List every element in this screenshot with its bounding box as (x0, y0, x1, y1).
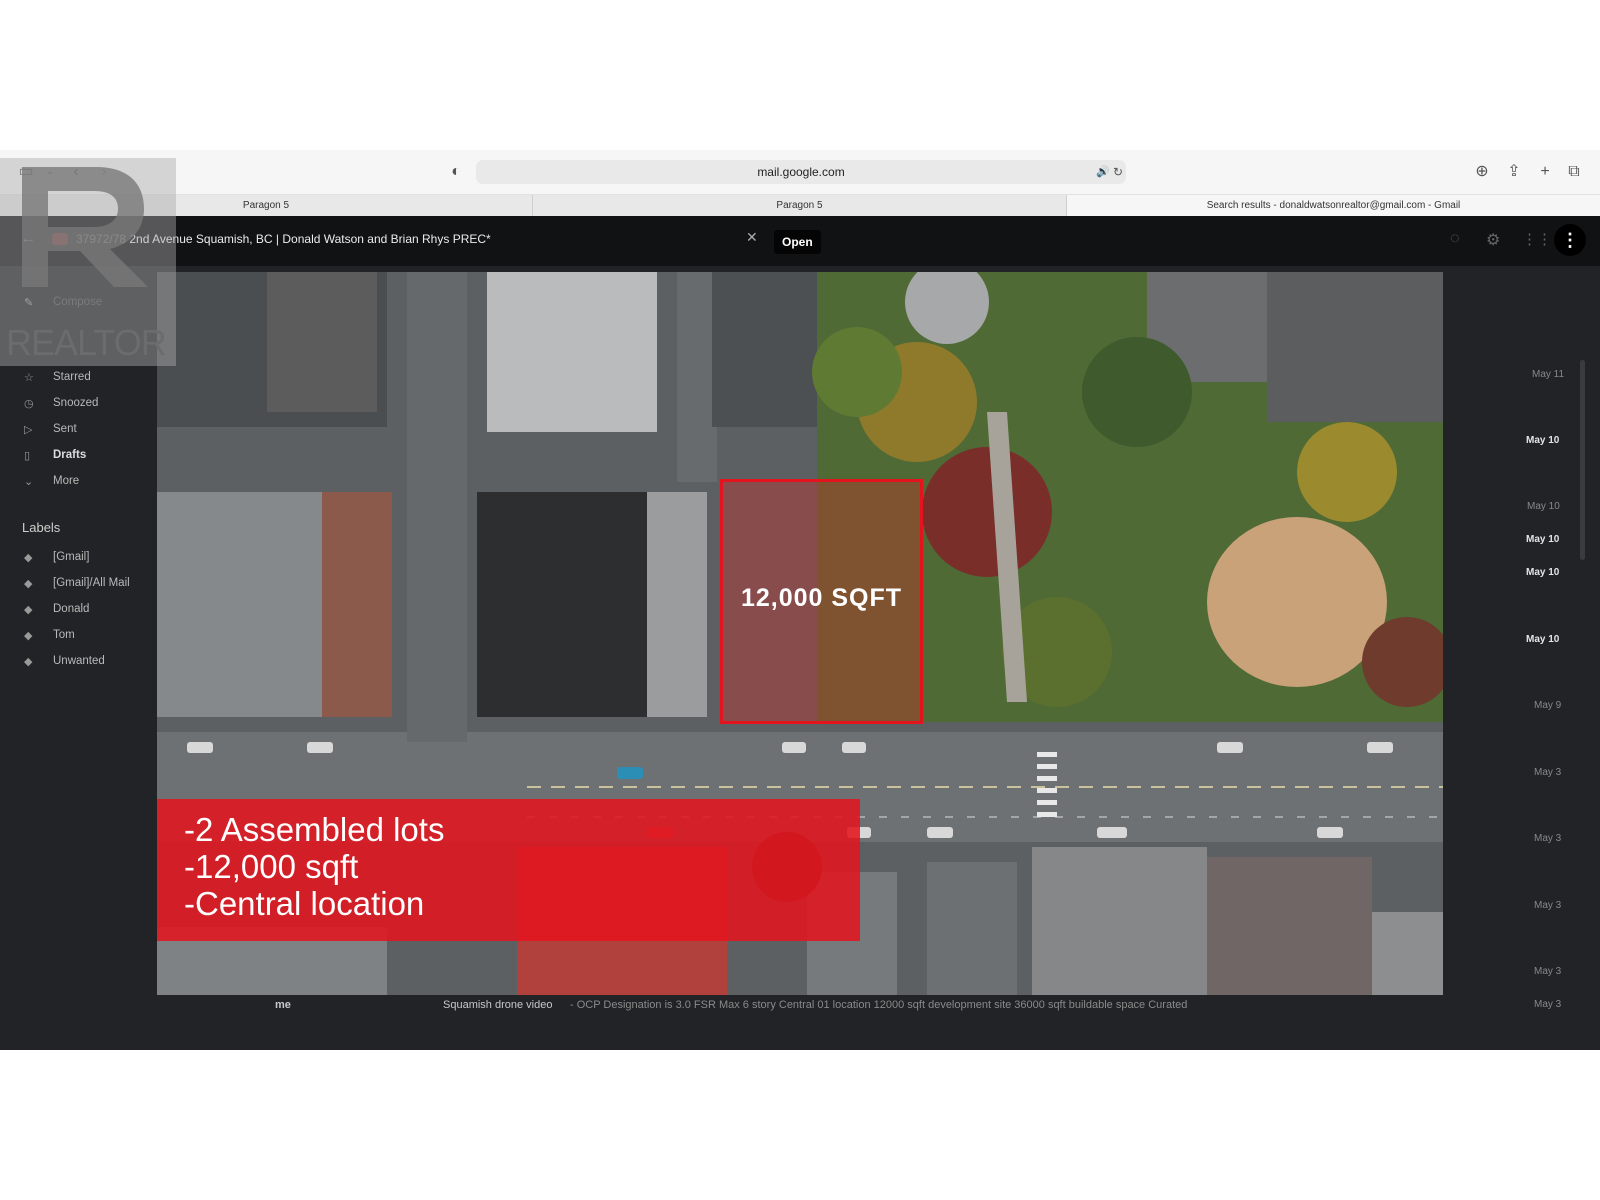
label-gmail[interactable]: [Gmail] (53, 551, 89, 563)
mail-date: May 3 (1534, 833, 1562, 844)
label-icon: ◆ (24, 578, 33, 590)
url-text: mail.google.com (757, 165, 845, 179)
draft-icon: ▯ (24, 450, 31, 462)
chevron-down-icon: ⌄ (24, 476, 34, 488)
address-bar[interactable]: mail.google.com 🔊 ↻ (476, 160, 1126, 184)
lot-area-label: 12,000 SQFT (740, 584, 903, 612)
mail-date: May 3 (1534, 900, 1562, 911)
promo-line: -Central location (184, 885, 425, 922)
share-icon[interactable]: ⇪ (1502, 160, 1526, 184)
new-tab-icon[interactable]: + (1533, 160, 1557, 184)
mail-snippet: - OCP Designation is 3.0 FSR Max 6 story… (570, 999, 1188, 1011)
tab-label: Paragon 5 (242, 200, 290, 211)
realtor-wordmark: REALTOR (6, 322, 167, 363)
promo-line: -2 Assembled lots (184, 811, 445, 848)
shield-icon[interactable]: ◐ (444, 160, 468, 184)
sidebar-item-starred[interactable]: Starred (53, 371, 91, 383)
label-donald[interactable]: Donald (53, 603, 89, 615)
mail-date: May 9 (1534, 700, 1562, 711)
mail-date: May 3 (1534, 999, 1562, 1010)
tab-gmail[interactable]: Search results - donaldwatsonrealtor@gma… (1067, 195, 1600, 216)
label-icon: ◆ (24, 630, 33, 642)
mail-date: May 10 (1526, 634, 1560, 645)
tab-label: Paragon 5 (776, 200, 823, 211)
label-gmail-all-mail[interactable]: [Gmail]/All Mail (53, 577, 130, 589)
sidebar-item-snoozed[interactable]: Snoozed (53, 397, 98, 409)
tab-overview-icon[interactable]: ⧉ (1562, 160, 1586, 184)
mail-date: May 10 (1526, 534, 1560, 545)
mail-row[interactable]: me Squamish drone video - OCP Designatio… (230, 999, 1530, 1015)
label-unwanted[interactable]: Unwanted (53, 655, 105, 667)
gear-icon[interactable]: ⚙ (1486, 230, 1500, 250)
tab-label: Search results - donaldwatsonrealtor@gma… (1206, 200, 1461, 211)
download-icon[interactable]: ⊕ (1470, 160, 1494, 184)
mail-date: May 10 (1526, 567, 1560, 578)
mail-subject: Squamish drone video (443, 999, 553, 1011)
send-icon: ▷ (24, 424, 33, 436)
sidebar-item-sent[interactable]: Sent (53, 423, 77, 435)
mail-date: May 3 (1534, 966, 1562, 977)
reload-icon[interactable]: ↻ (1113, 160, 1123, 184)
help-icon[interactable]: ◌ (1450, 230, 1460, 248)
scrollbar[interactable] (1580, 360, 1585, 560)
label-icon: ◆ (24, 656, 33, 668)
tab-paragon-2[interactable]: Paragon 5 (533, 195, 1067, 216)
more-vert-icon[interactable]: ⋮ (1554, 224, 1586, 256)
mail-date: May 3 (1534, 767, 1562, 778)
label-icon: ◆ (24, 552, 33, 564)
clock-icon: ◷ (24, 398, 34, 410)
sidebar-item-drafts[interactable]: Drafts (53, 449, 86, 461)
promo-line: -12,000 sqft (184, 848, 359, 885)
video-frame[interactable]: 12,000 SQFT -2 Assembled lots -12,000 sq… (157, 272, 1443, 995)
promo-banner: -2 Assembled lots -12,000 sqft -Central … (157, 799, 860, 941)
sidebar-item-more[interactable]: More (53, 475, 79, 487)
label-icon: ◆ (24, 604, 33, 616)
mail-date: May 10 (1527, 501, 1560, 512)
mail-date: May 11 (1532, 369, 1565, 380)
speaker-icon[interactable]: 🔊 (1096, 160, 1110, 184)
close-icon[interactable]: ✕ (746, 229, 758, 246)
tab-bar: Paragon 5 Paragon 5 Search results - don… (0, 195, 1600, 217)
realtor-r-icon (22, 167, 148, 287)
apps-icon[interactable]: ⋮⋮ (1522, 230, 1552, 248)
star-icon: ☆ (24, 372, 34, 384)
mail-date: May 10 (1526, 435, 1560, 446)
open-button[interactable]: Open (774, 230, 821, 254)
mail-sender: me (275, 999, 291, 1011)
labels-heading: Labels (22, 520, 61, 535)
label-tom[interactable]: Tom (53, 629, 75, 641)
